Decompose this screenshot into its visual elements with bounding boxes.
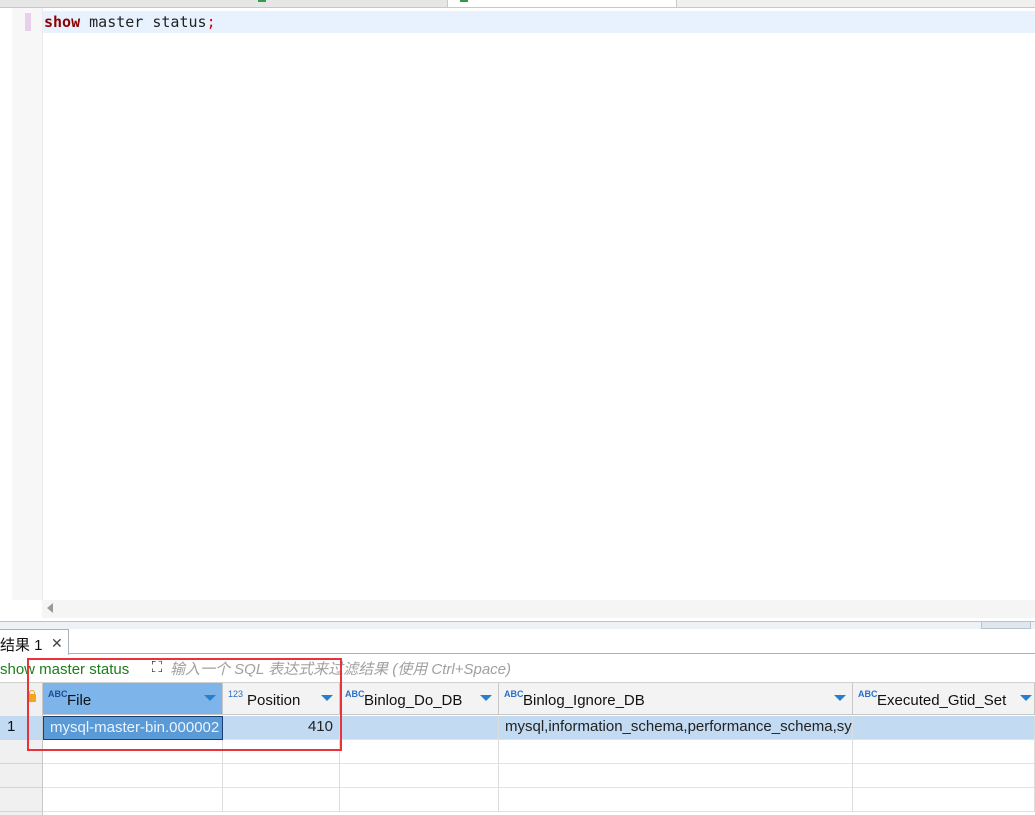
editor-gutter bbox=[12, 8, 43, 600]
column-name: Executed_Gtid_Set bbox=[877, 692, 1007, 709]
empty-cell bbox=[43, 764, 223, 788]
column-name: File bbox=[67, 692, 92, 709]
string-type-icon: ABC bbox=[858, 689, 878, 699]
empty-cell bbox=[853, 764, 1035, 788]
sql-keyword: show bbox=[44, 13, 81, 31]
tab-underline bbox=[68, 653, 1035, 654]
column-header-file[interactable]: ABC File bbox=[43, 683, 223, 715]
filter-bar: show master status ⛶ bbox=[0, 658, 1035, 683]
results-grid: 1 ABC File 123 Position ABC Binlog_Do_DB… bbox=[0, 683, 1035, 815]
empty-cell bbox=[853, 740, 1035, 764]
row-number-empty bbox=[0, 788, 42, 812]
editor-horizontal-scrollbar[interactable] bbox=[42, 600, 1035, 618]
editor-tab-inactive[interactable] bbox=[0, 0, 448, 7]
query-text: show master status bbox=[0, 661, 130, 678]
sql-editor[interactable]: show master status; bbox=[0, 8, 1035, 600]
line-marker bbox=[25, 13, 31, 31]
sql-code-line[interactable]: show master status; bbox=[44, 13, 216, 31]
string-type-icon: ABC bbox=[48, 689, 68, 699]
sql-text: master status bbox=[80, 13, 207, 31]
row-number-empty bbox=[0, 740, 42, 764]
panel-toggle-icon[interactable] bbox=[981, 622, 1031, 629]
filter-input[interactable] bbox=[168, 659, 1032, 679]
tab-status-marker bbox=[460, 0, 468, 2]
number-type-icon: 123 bbox=[228, 689, 244, 699]
row-number-empty bbox=[0, 764, 42, 788]
empty-cell bbox=[340, 788, 499, 812]
row-number[interactable]: 1 bbox=[0, 716, 42, 740]
panel-splitter[interactable] bbox=[0, 621, 1035, 629]
row-number-column: 1 bbox=[0, 683, 43, 815]
editor-tab-strip bbox=[0, 0, 1035, 8]
editor-tab-active[interactable] bbox=[448, 0, 677, 7]
column-name: Binlog_Ignore_DB bbox=[523, 692, 645, 709]
empty-cell bbox=[223, 788, 340, 812]
tab-status-marker bbox=[258, 0, 266, 2]
empty-cell bbox=[223, 740, 340, 764]
cell-executed-gtid-set[interactable] bbox=[853, 716, 1035, 740]
string-type-icon: ABC bbox=[345, 689, 365, 699]
result-tab-label: 结果 1 bbox=[0, 637, 43, 654]
chevron-down-icon[interactable] bbox=[1020, 695, 1032, 701]
column-name: Position bbox=[247, 692, 301, 709]
chevron-down-icon[interactable] bbox=[480, 695, 492, 701]
cell-position[interactable]: 410 bbox=[223, 716, 340, 740]
empty-cell bbox=[340, 740, 499, 764]
sql-terminator: ; bbox=[206, 13, 216, 31]
cell-binlog-do-db[interactable] bbox=[340, 716, 499, 740]
cell-binlog-ignore-db[interactable]: mysql,information_schema,performance_sch… bbox=[499, 716, 853, 740]
close-icon[interactable]: ✕ bbox=[51, 635, 63, 652]
empty-cell bbox=[499, 788, 853, 812]
cell-file[interactable]: mysql-master-bin.000002 bbox=[43, 716, 223, 740]
lock-icon bbox=[28, 690, 36, 702]
empty-cell bbox=[853, 788, 1035, 812]
empty-cell bbox=[43, 740, 223, 764]
empty-cell bbox=[223, 764, 340, 788]
column-header-position[interactable]: 123 Position bbox=[223, 683, 340, 715]
chevron-down-icon[interactable] bbox=[834, 695, 846, 701]
empty-cell bbox=[499, 764, 853, 788]
empty-cell bbox=[43, 788, 223, 812]
expand-icon[interactable]: ⛶ bbox=[148, 659, 166, 677]
tab-result-1[interactable]: 结果 1 ✕ bbox=[0, 629, 69, 655]
column-header-executed-gtid-set[interactable]: ABC Executed_Gtid_Set bbox=[853, 683, 1035, 715]
empty-cell bbox=[499, 740, 853, 764]
empty-cell bbox=[340, 764, 499, 788]
chevron-down-icon[interactable] bbox=[204, 695, 216, 701]
scroll-left-icon[interactable] bbox=[47, 603, 53, 613]
column-header-binlog-ignore-db[interactable]: ABC Binlog_Ignore_DB bbox=[499, 683, 853, 715]
column-name: Binlog_Do_DB bbox=[364, 692, 463, 709]
chevron-down-icon[interactable] bbox=[321, 695, 333, 701]
column-header-binlog-do-db[interactable]: ABC Binlog_Do_DB bbox=[340, 683, 499, 715]
string-type-icon: ABC bbox=[504, 689, 524, 699]
